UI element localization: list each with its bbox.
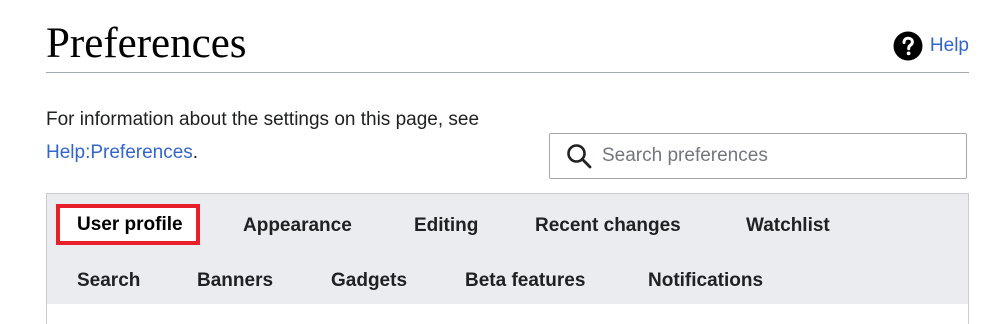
- preferences-page: Preferences Help For information about t…: [0, 0, 997, 324]
- page-title: Preferences: [46, 20, 247, 67]
- tab-gadgets[interactable]: Gadgets: [331, 270, 407, 292]
- intro-text-after: .: [192, 142, 199, 163]
- search-preferences-box[interactable]: [549, 133, 967, 179]
- tab-recent-changes[interactable]: Recent changes: [535, 215, 681, 237]
- help-label: Help: [929, 35, 969, 56]
- tab-notifications[interactable]: Notifications: [648, 270, 763, 292]
- intro-text: For information about the settings on th…: [46, 103, 546, 169]
- tab-editing[interactable]: Editing: [414, 215, 478, 237]
- tab-search[interactable]: Search: [77, 270, 140, 292]
- search-preferences-input[interactable]: [602, 145, 942, 167]
- help-link[interactable]: Help: [893, 31, 969, 61]
- search-icon: [567, 144, 592, 169]
- heading-divider: [46, 72, 969, 73]
- tab-appearance[interactable]: Appearance: [243, 215, 352, 237]
- tab-banners[interactable]: Banners: [197, 270, 273, 292]
- help-preferences-link[interactable]: Help:Preferences: [46, 142, 193, 163]
- tab-content-area: [47, 304, 968, 324]
- intro-text-before: For information about the settings on th…: [46, 109, 480, 130]
- help-icon: [893, 31, 923, 61]
- tab-watchlist[interactable]: Watchlist: [746, 215, 830, 237]
- tab-beta-features[interactable]: Beta features: [465, 270, 585, 292]
- preferences-tab-bar: User profile Appearance Editing Recent c…: [46, 193, 969, 324]
- tab-user-profile[interactable]: User profile: [56, 204, 200, 245]
